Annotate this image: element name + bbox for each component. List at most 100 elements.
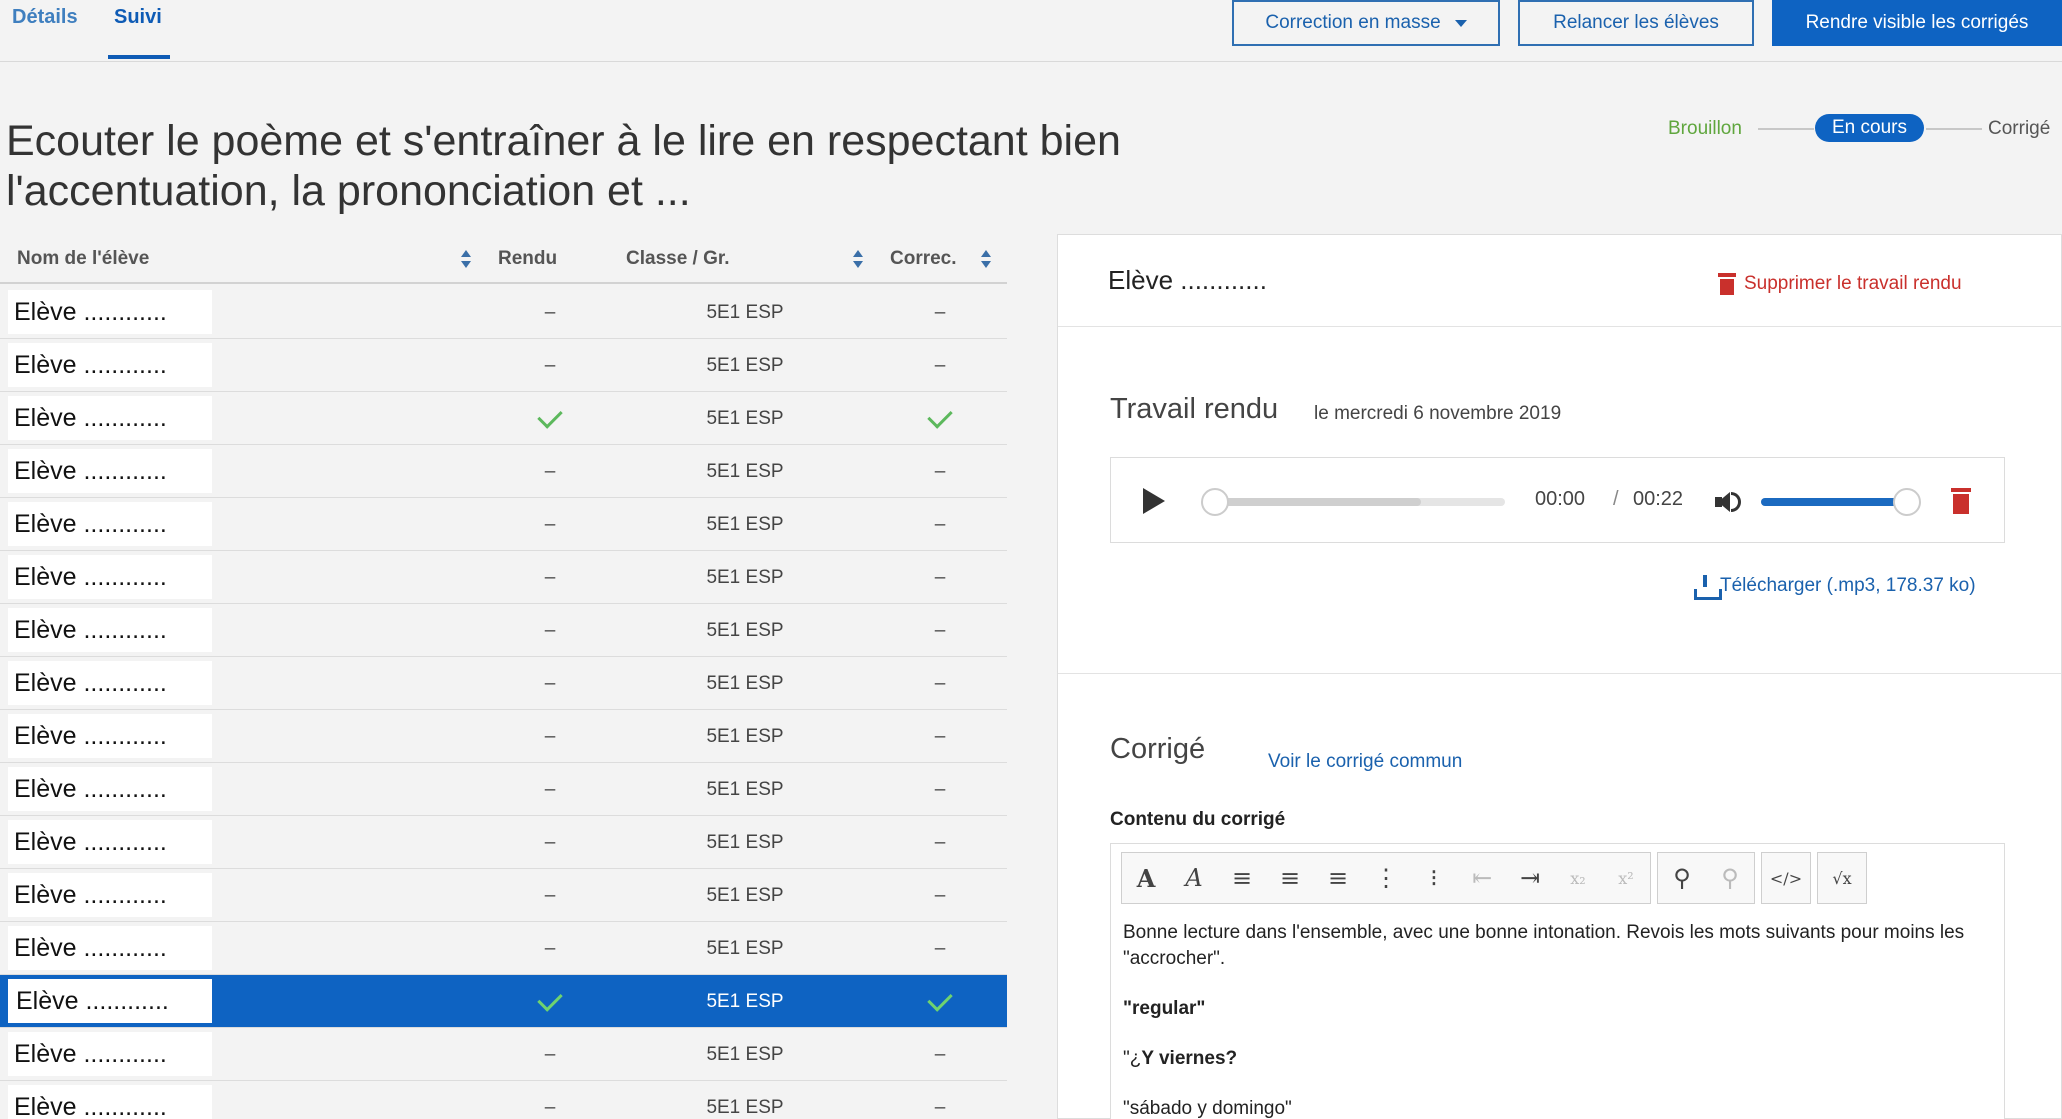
check-icon <box>537 402 563 429</box>
rendu-cell: – <box>544 937 556 959</box>
trash-icon <box>1718 273 1736 295</box>
student-name-cell: Elève ............ <box>8 714 212 758</box>
contenu-corrige-label: Contenu du corrigé <box>1110 809 1286 830</box>
header-correc[interactable]: Correc. <box>890 248 957 270</box>
editor-text-run: "¿ <box>1123 1048 1142 1069</box>
header-rendu[interactable]: Rendu <box>498 248 557 270</box>
toolbar-group: √x <box>1817 852 1867 904</box>
unordered-list-icon[interactable]: ⁝ <box>1410 852 1458 904</box>
sort-icon[interactable] <box>852 250 864 272</box>
table-row[interactable]: Elève ............ 5E1 ESP <box>0 392 1007 445</box>
correction-en-masse-label: Correction en masse <box>1265 12 1441 33</box>
status-en-cours-label: En cours <box>1832 117 1907 138</box>
header-nom[interactable]: Nom de l'élève <box>17 248 149 270</box>
rendu-cell: – <box>544 884 556 906</box>
top-bar: Détails Suivi Correction en masse Relanc… <box>0 0 2062 62</box>
voir-corrige-commun-link[interactable]: Voir le corrigé commun <box>1268 751 1462 773</box>
editor-paragraph: "sábado y domingo" <box>1123 1098 1292 1119</box>
table-row[interactable]: Elève ............ – 5E1 ESP – <box>0 869 1007 922</box>
correc-cell: – <box>934 619 946 641</box>
outdent-icon[interactable]: ⇤ <box>1458 852 1506 904</box>
table-row[interactable]: Elève ............ – 5E1 ESP – <box>0 710 1007 763</box>
correction-en-masse-button[interactable]: Correction en masse <box>1232 0 1500 46</box>
classe-cell: 5E1 ESP <box>706 672 784 694</box>
table-row[interactable]: Elève ............ – 5E1 ESP – <box>0 1028 1007 1081</box>
download-icon <box>1694 575 1722 600</box>
table-row[interactable]: Elève ............ – 5E1 ESP – <box>0 551 1007 604</box>
classe-cell: 5E1 ESP <box>706 513 784 535</box>
correc-cell: – <box>934 1096 946 1118</box>
editor-content[interactable]: Bonne lecture dans l'ensemble, avec une … <box>1123 920 1983 1119</box>
tab-suivi[interactable]: Suivi <box>114 6 162 29</box>
delete-audio-icon[interactable] <box>1951 488 1971 514</box>
table-row[interactable]: Elève ............ – 5E1 ESP – <box>0 657 1007 710</box>
sort-icon[interactable] <box>460 250 472 272</box>
formula-icon[interactable]: √x <box>1818 852 1866 904</box>
rendu-cell: – <box>544 619 556 641</box>
classe-cell: 5E1 ESP <box>706 778 784 800</box>
relancer-eleves-button[interactable]: Relancer les élèves <box>1518 0 1754 46</box>
tab-details[interactable]: Détails <box>12 6 78 29</box>
travail-rendu-title: Travail rendu <box>1110 393 1279 425</box>
rendu-check-cell <box>500 392 600 445</box>
link-icon[interactable]: ⚲ <box>1658 852 1706 904</box>
audio-progress-handle[interactable] <box>1201 488 1229 516</box>
indent-icon[interactable]: ⇥ <box>1506 852 1554 904</box>
table-row[interactable]: Elève ............ – 5E1 ESP – <box>0 498 1007 551</box>
sort-icon[interactable] <box>980 250 992 272</box>
font-color-icon[interactable]: A <box>1122 852 1170 904</box>
unlink-icon[interactable]: ⚲ <box>1706 852 1754 904</box>
italic-icon[interactable]: A <box>1170 852 1218 904</box>
table-row[interactable]: Elève ............ – 5E1 ESP – <box>0 604 1007 657</box>
student-name-cell: Elève ............ <box>8 661 212 705</box>
status-step-brouillon: Brouillon <box>1668 118 1742 139</box>
audio-progress-bar[interactable] <box>1205 498 1505 506</box>
download-link[interactable]: Télécharger (.mp3, 178.37 ko) <box>1694 575 1976 600</box>
rendre-visible-corriges-button[interactable]: Rendre visible les corrigés <box>1772 0 2062 46</box>
align-right-icon[interactable]: ≡ <box>1314 852 1362 904</box>
correc-cell: – <box>934 725 946 747</box>
table-row[interactable]: Elève ............ – 5E1 ESP – <box>0 922 1007 975</box>
page-title: Ecouter le poème et s'entraîner à le lir… <box>6 117 1121 215</box>
ordered-list-icon[interactable]: ⋮ <box>1362 852 1410 904</box>
table-row[interactable]: Elève ............ – 5E1 ESP – <box>0 339 1007 392</box>
classe-cell: 5E1 ESP <box>706 619 784 641</box>
volume-slider[interactable] <box>1761 498 1909 506</box>
table-row[interactable]: Elève ............ – 5E1 ESP – <box>0 1081 1007 1119</box>
corrige-title: Corrigé <box>1110 733 1206 765</box>
selected-student-name: Elève ............ <box>1108 265 1267 295</box>
check-icon <box>537 985 563 1012</box>
student-name-cell: Elève ............ <box>8 290 212 334</box>
table-row[interactable]: Elève ............ 5E1 ESP <box>0 975 1007 1028</box>
rendu-cell: – <box>544 1043 556 1065</box>
table-row[interactable]: Elève ............ – 5E1 ESP – <box>0 816 1007 869</box>
align-left-icon[interactable]: ≡ <box>1218 852 1266 904</box>
correc-check-cell <box>890 975 990 1028</box>
student-name-cell: Elève ............ <box>8 1085 212 1119</box>
subscript-icon[interactable]: x₂ <box>1554 852 1602 904</box>
volume-handle[interactable] <box>1893 488 1921 516</box>
status-connector <box>1758 128 1814 130</box>
panel-header: Elève ............ Supprimer le travail … <box>1058 235 2061 327</box>
student-name-cell: Elève ............ <box>8 449 212 493</box>
header-classe[interactable]: Classe / Gr. <box>626 248 730 270</box>
student-name-cell: Elève ............ <box>8 502 212 546</box>
rendre-visible-corriges-label: Rendre visible les corrigés <box>1805 12 2029 33</box>
align-center-icon[interactable]: ≡ <box>1266 852 1314 904</box>
play-icon[interactable] <box>1143 488 1165 514</box>
supprimer-travail-link[interactable]: Supprimer le travail rendu <box>1718 273 1962 295</box>
travail-rendu-date: le mercredi 6 novembre 2019 <box>1314 403 1562 424</box>
table-row[interactable]: Elève ............ – 5E1 ESP – <box>0 763 1007 816</box>
volume-waves-icon <box>1731 492 1741 512</box>
table-row[interactable]: Elève ............ – 5E1 ESP – <box>0 286 1007 339</box>
section-divider <box>1058 673 2061 674</box>
toolbar-group: ⚲ ⚲ <box>1657 852 1755 904</box>
correc-cell: – <box>934 1043 946 1065</box>
rendu-cell: – <box>544 301 556 323</box>
table-row[interactable]: Elève ............ – 5E1 ESP – <box>0 445 1007 498</box>
check-icon <box>927 402 953 429</box>
superscript-icon[interactable]: x² <box>1602 852 1650 904</box>
classe-cell: 5E1 ESP <box>706 566 784 588</box>
code-icon[interactable]: </> <box>1762 852 1810 904</box>
student-detail-panel: Elève ............ Supprimer le travail … <box>1057 234 2062 1119</box>
